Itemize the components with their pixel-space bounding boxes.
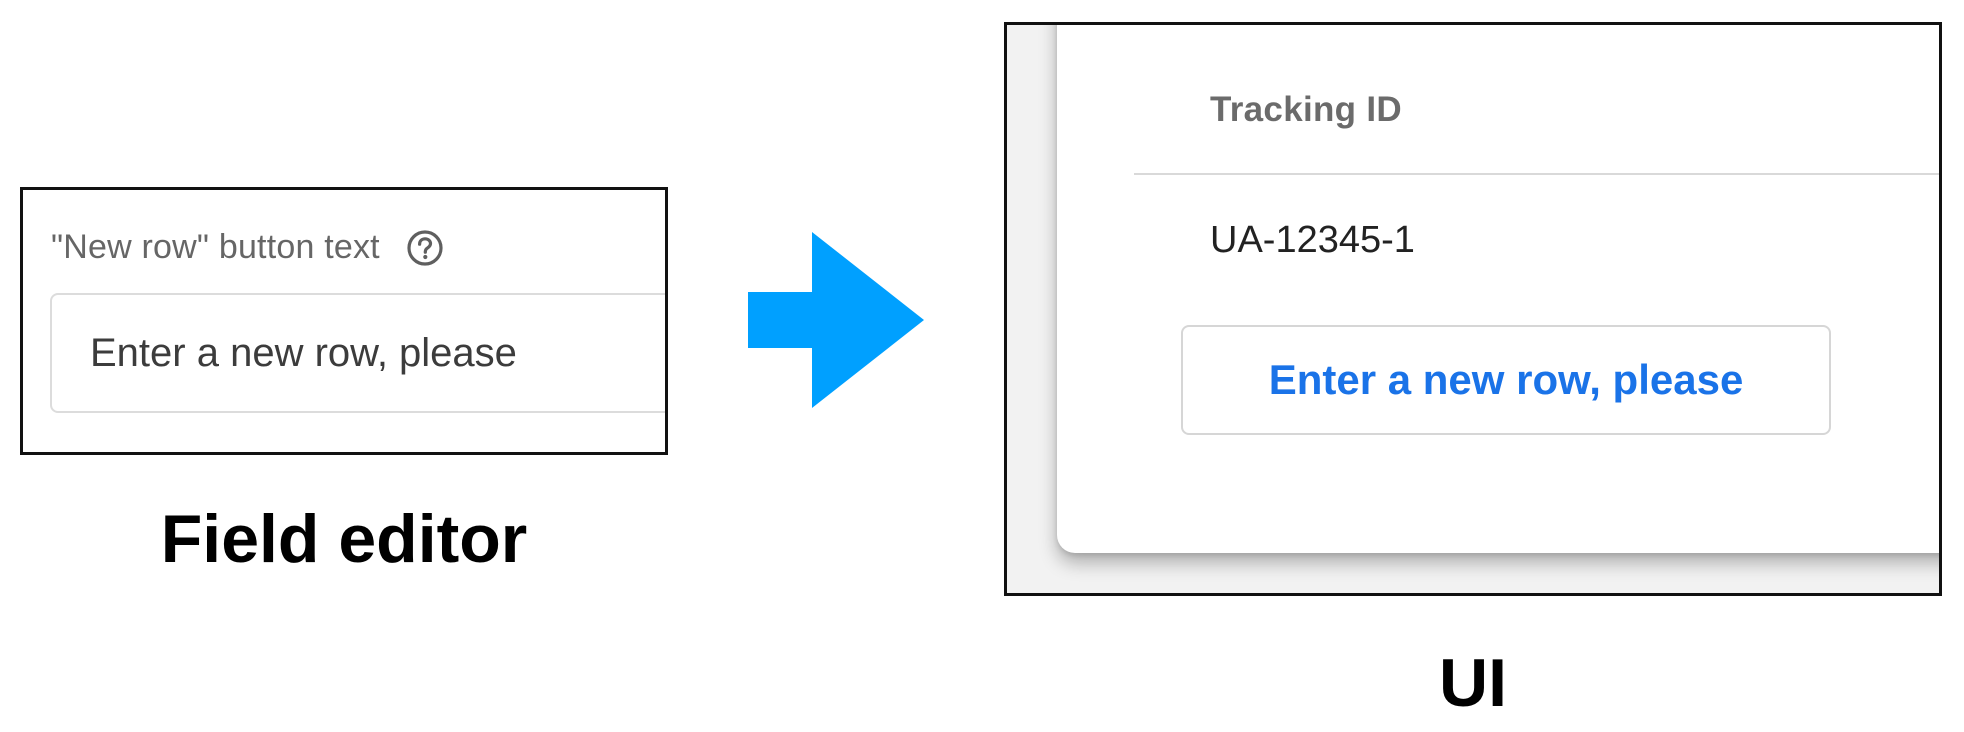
button-text-input-value: Enter a new row, please — [90, 330, 517, 375]
help-circle-icon[interactable] — [406, 229, 444, 267]
table-card: Tracking ID UA-12345-1 Enter a new row, … — [1057, 25, 1939, 553]
arrow-right-icon — [748, 232, 924, 408]
field-label: "New row" button text — [51, 228, 380, 266]
new-row-button[interactable]: Enter a new row, please — [1181, 325, 1831, 435]
arrow-shape — [748, 232, 924, 408]
ui-caption: UI — [1439, 645, 1507, 721]
field-label-row: "New row" button text — [51, 228, 444, 267]
button-text-input[interactable]: Enter a new row, please — [50, 293, 665, 413]
column-header-tracking-id: Tracking ID — [1210, 90, 1402, 129]
new-row-button-label: Enter a new row, please — [1268, 356, 1744, 403]
header-divider — [1134, 173, 1939, 175]
field-editor-caption: Field editor — [160, 501, 528, 577]
field-editor-panel: "New row" button text Enter a new row, p… — [20, 187, 668, 455]
table-row: UA-12345-1 — [1210, 219, 1415, 261]
ui-preview-panel: Tracking ID UA-12345-1 Enter a new row, … — [1004, 22, 1942, 596]
